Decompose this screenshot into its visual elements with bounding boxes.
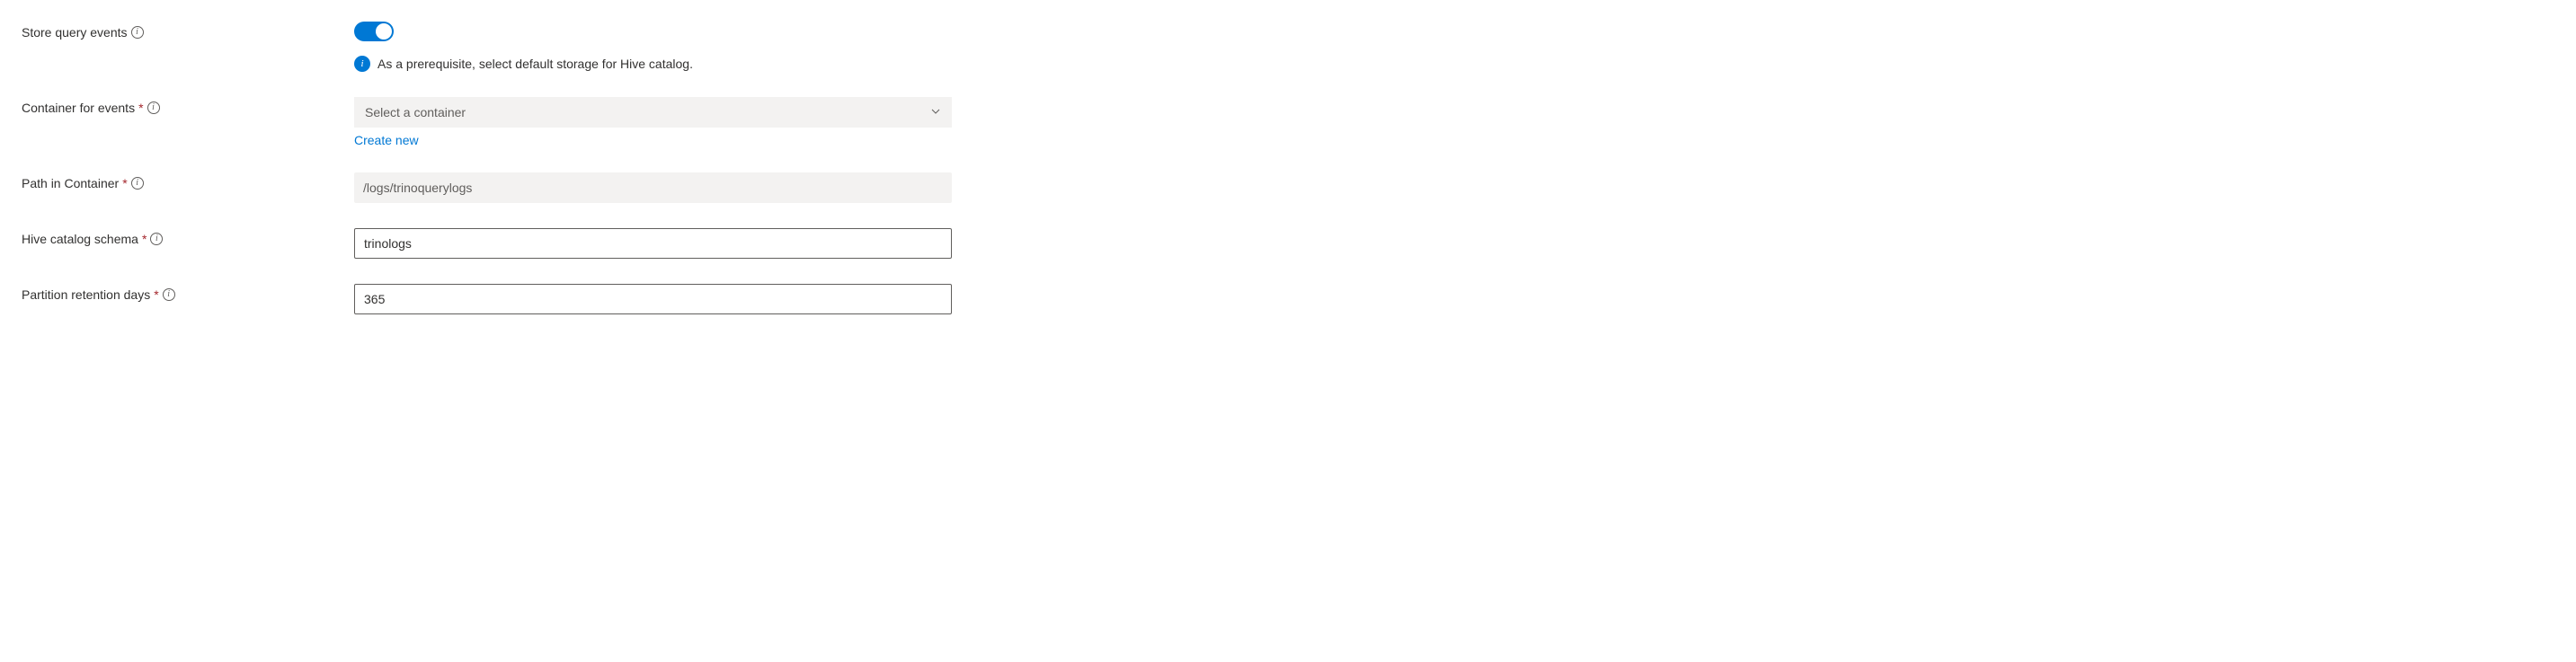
required-mark: * bbox=[122, 176, 127, 190]
info-badge-icon: i bbox=[354, 56, 370, 72]
label-store-query-events: Store query events i bbox=[22, 22, 354, 40]
info-icon[interactable]: i bbox=[131, 26, 144, 39]
label-hive-catalog-schema: Hive catalog schema * i bbox=[22, 228, 354, 246]
info-icon[interactable]: i bbox=[150, 233, 163, 245]
required-mark: * bbox=[138, 101, 143, 115]
container-select-placeholder: Select a container bbox=[365, 105, 466, 119]
label-container-for-events: Container for events * i bbox=[22, 97, 354, 115]
field-partition-retention-days bbox=[354, 284, 952, 314]
partition-retention-days-input[interactable] bbox=[354, 284, 952, 314]
field-path-in-container bbox=[354, 172, 952, 203]
info-icon[interactable]: i bbox=[131, 177, 144, 190]
label-text: Hive catalog schema bbox=[22, 232, 138, 246]
path-in-container-input[interactable] bbox=[354, 172, 952, 203]
field-hive-catalog-schema bbox=[354, 228, 952, 259]
label-text: Store query events bbox=[22, 25, 128, 40]
info-icon[interactable]: i bbox=[147, 102, 160, 114]
row-path-in-container: Path in Container * i bbox=[22, 172, 965, 203]
settings-form: Store query events i i As a prerequisite… bbox=[22, 22, 965, 314]
chevron-down-icon bbox=[930, 105, 941, 119]
label-text: Container for events bbox=[22, 101, 135, 115]
field-container-for-events: Select a container Create new bbox=[354, 97, 952, 147]
row-partition-retention-days: Partition retention days * i bbox=[22, 284, 965, 314]
field-store-query-events: i As a prerequisite, select default stor… bbox=[354, 22, 952, 72]
label-text: Path in Container bbox=[22, 176, 119, 190]
container-select[interactable]: Select a container bbox=[354, 97, 952, 128]
toggle-knob bbox=[376, 23, 392, 40]
info-icon[interactable]: i bbox=[163, 288, 175, 301]
row-hive-catalog-schema: Hive catalog schema * i bbox=[22, 228, 965, 259]
create-new-link[interactable]: Create new bbox=[354, 133, 419, 147]
row-store-query-events: Store query events i i As a prerequisite… bbox=[22, 22, 965, 72]
label-text: Partition retention days bbox=[22, 287, 150, 302]
store-query-events-toggle[interactable] bbox=[354, 22, 394, 41]
label-path-in-container: Path in Container * i bbox=[22, 172, 354, 190]
prerequisite-info: i As a prerequisite, select default stor… bbox=[354, 56, 952, 72]
label-partition-retention-days: Partition retention days * i bbox=[22, 284, 354, 302]
prerequisite-info-text: As a prerequisite, select default storag… bbox=[378, 57, 693, 71]
required-mark: * bbox=[154, 287, 158, 302]
required-mark: * bbox=[142, 232, 147, 246]
hive-catalog-schema-input[interactable] bbox=[354, 228, 952, 259]
row-container-for-events: Container for events * i Select a contai… bbox=[22, 97, 965, 147]
